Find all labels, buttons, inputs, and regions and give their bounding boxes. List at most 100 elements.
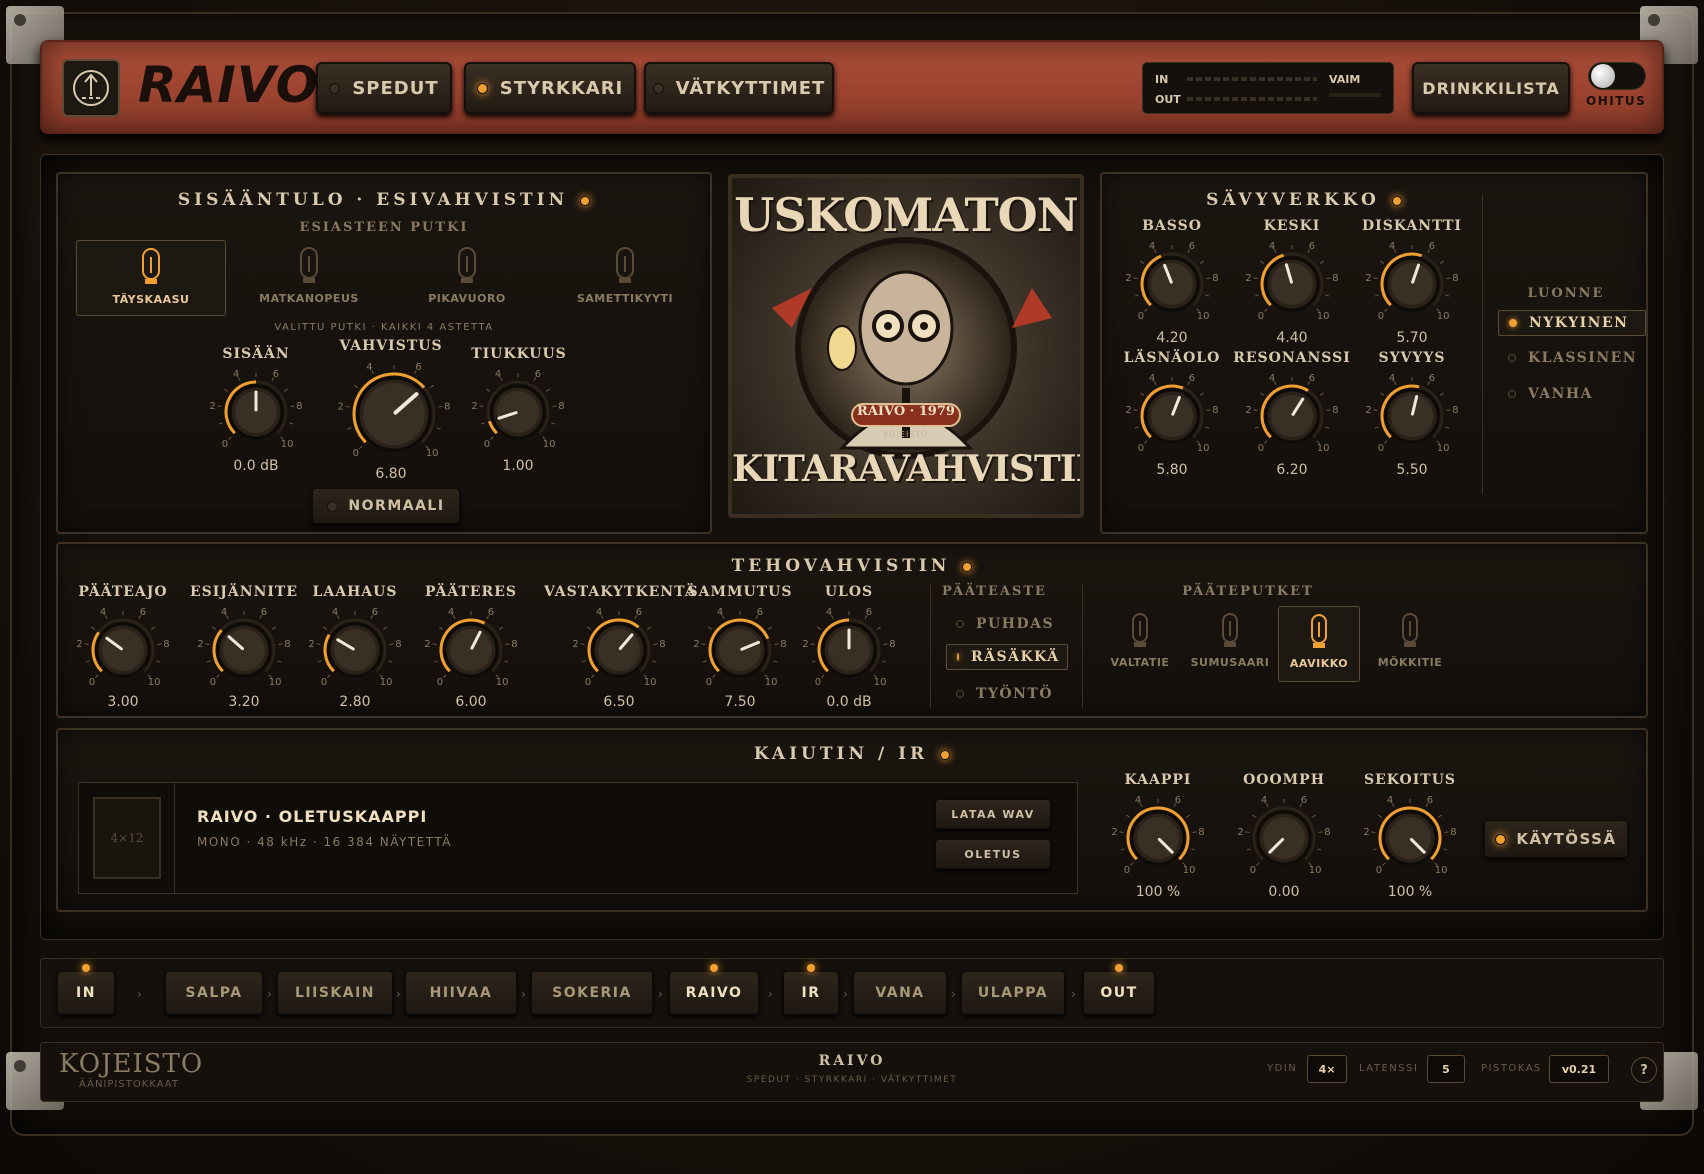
knob-ooomph[interactable]: 0 2 4 6 8 10 — [1232, 790, 1336, 890]
knob-tick — [1140, 392, 1144, 396]
knob-scale-label: 4 — [233, 369, 239, 380]
tab-vatkyttimet[interactable]: VÄTKYTTIMET — [644, 62, 834, 114]
knob-scale-label: 0 — [1378, 443, 1384, 454]
knob-scale-label: 2 — [1365, 273, 1371, 284]
cabinet-thumb-label: 4×12 — [93, 797, 161, 879]
knob-tick — [1260, 392, 1264, 396]
chain-module-sokeria[interactable]: SOKERIA — [531, 971, 653, 1015]
chain-module-in[interactable]: IN — [57, 964, 115, 1015]
knob-scale-label: 6 — [488, 607, 494, 618]
power-tube-sumusaari[interactable]: SUMUSAARI — [1188, 606, 1272, 682]
chain-module-liiskain[interactable]: LIISKAIN — [277, 971, 393, 1015]
vacuum-tube-icon — [1222, 613, 1238, 647]
help-button[interactable]: ? — [1631, 1057, 1657, 1083]
knob-tick — [216, 674, 220, 678]
knob-tick — [581, 660, 586, 663]
knob-sekoitus[interactable]: 0 2 4 6 8 10 — [1358, 790, 1462, 890]
chain-module-hiivaa[interactable]: HIIVAA — [405, 971, 517, 1015]
knob-tick — [1378, 814, 1382, 818]
cabinet-panel-title: KAIUTIN / IR — [58, 744, 1646, 764]
mode-normal-button[interactable]: NORMAALI — [312, 488, 460, 524]
tab-styrkkari[interactable]: STYRKKARI — [464, 62, 636, 114]
knob-scale-label: 2 — [1237, 827, 1243, 838]
knob-power-5[interactable]: 0 2 4 6 8 10 — [688, 602, 792, 702]
knob-dial: 0 2 4 6 8 10 — [572, 607, 665, 688]
knob-scale-label: 6 — [1189, 241, 1195, 252]
cabinet-enable-button[interactable]: KÄYTÖSSÄ — [1484, 820, 1628, 858]
power-tube-mokkitie[interactable]: MÖKKITIE — [1368, 606, 1452, 682]
tube-option-pikavuoro[interactable]: PIKAVUORO — [392, 240, 542, 316]
chain-module-ulappa[interactable]: ULAPPA — [961, 971, 1065, 1015]
chain-module-label: RAIVO — [685, 985, 743, 1001]
knob-power-4[interactable]: 0 2 4 6 8 10 — [567, 602, 671, 702]
knob-power-1[interactable]: 0 2 4 6 8 10 — [192, 602, 296, 702]
knob-tick — [1246, 848, 1251, 851]
knob-vahvistus[interactable]: 0 2 4 6 8 10 — [334, 354, 454, 474]
character-klassinen[interactable]: KLASSINEN — [1508, 350, 1637, 366]
mute-slider[interactable] — [1329, 93, 1381, 97]
knob-power-0[interactable]: 0 2 4 6 8 10 — [71, 602, 175, 702]
meter-out-bar — [1187, 97, 1317, 101]
tube-option-samettikyyti[interactable]: SAMETTIKYYTI — [550, 240, 700, 316]
knob-scale-label: 0 — [1258, 443, 1264, 454]
knob-kaappi[interactable]: 0 2 4 6 8 10 — [1106, 790, 1210, 890]
bypass-label: OHITUS — [1586, 94, 1647, 108]
tube-option-matkanopeus[interactable]: MATKANOPEUS — [234, 240, 384, 316]
chain-module-vana[interactable]: VANA — [853, 971, 947, 1015]
stage-tyonto[interactable]: TYÖNTÖ — [956, 686, 1053, 702]
knob-tick — [1134, 426, 1139, 429]
knob-diskantti[interactable]: 0 2 4 6 8 10 — [1360, 236, 1464, 336]
knob-scale-label: 2 — [308, 639, 314, 650]
chain-module-label: IR — [801, 985, 821, 1001]
knob-tick — [1440, 260, 1444, 264]
default-ir-button[interactable]: OLETUS — [935, 839, 1051, 869]
chain-module-out[interactable]: OUT — [1083, 964, 1155, 1015]
load-wav-button[interactable]: LATAA WAV — [935, 799, 1051, 829]
tab-spedut[interactable]: SPEDUT — [316, 62, 452, 114]
core-value[interactable]: 4× — [1307, 1055, 1347, 1083]
knob-basso[interactable]: 0 2 4 6 8 10 — [1120, 236, 1224, 336]
character-vanha[interactable]: VANHA — [1508, 386, 1593, 402]
knob-tick — [817, 626, 821, 630]
knob-dial: 0 2 4 6 8 10 — [1125, 241, 1218, 322]
chain-module-raivo[interactable]: RAIVO — [669, 964, 759, 1015]
knob-power-2[interactable]: 0 2 4 6 8 10 — [303, 602, 407, 702]
knob-power-6[interactable]: 0 2 4 6 8 10 — [797, 602, 901, 702]
power-tube-aavikko[interactable]: AAVIKKO — [1278, 606, 1360, 682]
power-tube-valtatie[interactable]: VALTATIE — [1098, 606, 1182, 682]
knob-scale-label: 2 — [1245, 405, 1251, 416]
knob-tick — [1446, 277, 1451, 280]
knob-tick — [347, 427, 352, 430]
chain-arrow-icon: › — [267, 987, 272, 1001]
knob-syvyys[interactable]: 0 2 4 6 8 10 — [1360, 368, 1464, 468]
knob-scale-label: 10 — [1437, 443, 1450, 454]
divider — [1482, 194, 1483, 494]
knob-resonanssi[interactable]: 0 2 4 6 8 10 — [1240, 368, 1344, 468]
knob-scale-label: 0 — [210, 677, 216, 688]
latency-value[interactable]: 5 — [1427, 1055, 1465, 1083]
knob-tick — [278, 643, 283, 646]
knob-lasnaolo[interactable]: 0 2 4 6 8 10 — [1120, 368, 1224, 468]
knob-scale-label: 8 — [558, 401, 564, 412]
knob-scale-label: 4 — [221, 607, 227, 618]
knob-tiukkuus[interactable]: 0 2 4 6 8 10 — [466, 364, 570, 464]
knob-sisaan[interactable]: 0 2 4 6 8 10 — [204, 364, 308, 464]
knob-tick — [587, 626, 591, 630]
vacuum-tube-icon — [1402, 613, 1418, 647]
knob-scale-label: 8 — [889, 639, 895, 650]
knob-scale-label: 10 — [269, 677, 282, 688]
stage-puhdas[interactable]: PUHDAS — [956, 616, 1054, 632]
drink-list-button[interactable]: DRINKKILISTA — [1412, 62, 1570, 114]
knob-tick — [653, 643, 658, 646]
knob-scale-label: 8 — [780, 639, 786, 650]
character-nykyinen[interactable]: NYKYINEN — [1498, 310, 1646, 336]
knob-keski[interactable]: 0 2 4 6 8 10 — [1240, 236, 1344, 336]
chain-module-salpa[interactable]: SALPA — [165, 971, 263, 1015]
knob-tick — [1134, 294, 1139, 297]
bypass-toggle[interactable] — [1588, 62, 1646, 90]
tube-option-tayskaasu[interactable]: TÄYSKAASU — [76, 240, 226, 316]
knob-scale-label: 10 — [1437, 311, 1450, 322]
stage-rasakka[interactable]: RÄSÄKKÄ — [946, 644, 1068, 670]
chain-module-ir[interactable]: IR — [783, 964, 839, 1015]
knob-power-3[interactable]: 0 2 4 6 8 10 — [419, 602, 523, 702]
